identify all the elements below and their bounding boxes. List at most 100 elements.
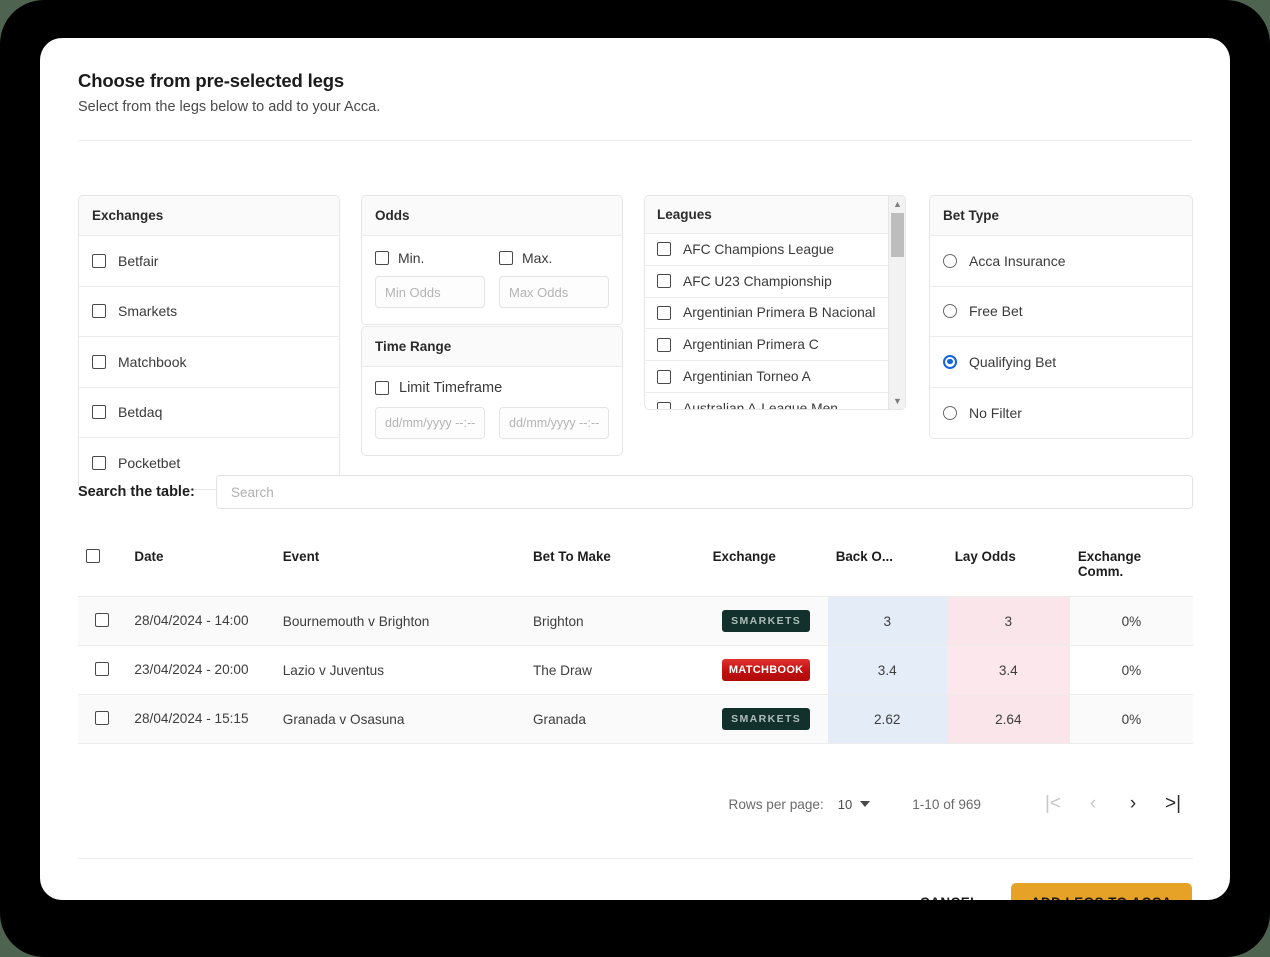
- min-odds-input[interactable]: Min Odds: [375, 276, 485, 308]
- bet-type-option-acca-insurance[interactable]: Acca Insurance: [930, 236, 1192, 287]
- league-option-argentinian-torneo-a[interactable]: Argentinian Torneo A: [645, 361, 890, 393]
- min-odds-toggle[interactable]: Min.: [375, 250, 485, 266]
- search-row: Search the table:: [78, 475, 1193, 509]
- time-range-from-input[interactable]: dd/mm/yyyy --:--: [375, 407, 485, 439]
- bet-type-option-label: Qualifying Bet: [969, 354, 1056, 370]
- filters-row: Exchanges Betfair Smarkets Matchbook Bet…: [78, 163, 1193, 468]
- checkbox-icon[interactable]: [657, 306, 671, 320]
- cell-exchange: MATCHBOOK: [705, 646, 828, 695]
- league-option-argentinian-primera-b-nacional[interactable]: Argentinian Primera B Nacional: [645, 298, 890, 330]
- add-legs-to-acca-button[interactable]: ADD LEGS TO ACCA: [1011, 883, 1192, 900]
- search-input[interactable]: [229, 484, 1180, 501]
- pagination-range-label: 1-10 of 969: [912, 797, 981, 812]
- row-select-cell[interactable]: [78, 597, 126, 646]
- exchange-option-label: Pocketbet: [118, 455, 180, 471]
- search-input-wrapper[interactable]: [216, 475, 1193, 509]
- leagues-scrollbar-thumb[interactable]: [891, 213, 904, 257]
- checkbox-icon[interactable]: [92, 405, 106, 419]
- search-label: Search the table:: [78, 484, 216, 500]
- odds-panel: Odds Min. Min Odds Max. Max Odds: [361, 195, 623, 325]
- scroll-up-arrow-icon[interactable]: ▲: [889, 196, 906, 212]
- table-row[interactable]: 23/04/2024 - 20:00 Lazio v Juventus The …: [78, 646, 1193, 695]
- checkbox-icon[interactable]: [657, 370, 671, 384]
- exchange-option-matchbook[interactable]: Matchbook: [79, 337, 339, 388]
- scroll-down-arrow-icon[interactable]: ▼: [889, 393, 906, 409]
- league-option-argentinian-primera-c[interactable]: Argentinian Primera C: [645, 329, 890, 361]
- checkbox-icon[interactable]: [92, 355, 106, 369]
- cell-bet-to-make: Granada: [525, 695, 705, 744]
- max-odds-input[interactable]: Max Odds: [499, 276, 609, 308]
- bet-type-option-label: Acca Insurance: [969, 253, 1066, 269]
- column-header-date[interactable]: Date: [126, 535, 274, 597]
- max-odds-toggle[interactable]: Max.: [499, 250, 609, 266]
- checkbox-icon[interactable]: [657, 242, 671, 256]
- column-header-exchange-comm[interactable]: Exchange Comm.: [1070, 535, 1193, 597]
- select-all-header[interactable]: [78, 535, 126, 597]
- bet-type-option-label: Free Bet: [969, 303, 1023, 319]
- checkbox-icon[interactable]: [92, 304, 106, 318]
- legs-table-container: Date Event Bet To Make Exchange Back O..…: [78, 535, 1193, 744]
- row-select-cell[interactable]: [78, 695, 126, 744]
- column-header-event[interactable]: Event: [275, 535, 525, 597]
- bet-type-panel-title: Bet Type: [930, 196, 1192, 236]
- column-header-bet-to-make[interactable]: Bet To Make: [525, 535, 705, 597]
- time-range-panel: Time Range Limit Timeframe dd/mm/yyyy --…: [361, 326, 623, 456]
- table-header-row: Date Event Bet To Make Exchange Back O..…: [78, 535, 1193, 597]
- radio-icon[interactable]: [943, 406, 957, 420]
- leagues-panel-title: Leagues: [645, 196, 890, 234]
- checkbox-icon[interactable]: [499, 251, 513, 265]
- header-divider: [78, 140, 1192, 141]
- cell-date: 28/04/2024 - 15:15: [126, 695, 274, 744]
- first-page-button[interactable]: |<: [1033, 793, 1073, 815]
- bet-type-option-no-filter[interactable]: No Filter: [930, 388, 1192, 439]
- checkbox-icon[interactable]: [657, 274, 671, 288]
- rows-per-page-select[interactable]: 10: [838, 797, 870, 812]
- checkbox-icon[interactable]: [657, 338, 671, 352]
- row-checkbox-icon[interactable]: [95, 613, 109, 627]
- cancel-button[interactable]: CANCEL: [906, 885, 993, 900]
- exchange-option-betdaq[interactable]: Betdaq: [79, 388, 339, 439]
- row-select-cell[interactable]: [78, 646, 126, 695]
- checkbox-icon[interactable]: [92, 254, 106, 268]
- cell-exchange-comm: 0%: [1070, 695, 1193, 744]
- bet-type-option-qualifying-bet[interactable]: Qualifying Bet: [930, 337, 1192, 388]
- column-header-lay-odds[interactable]: Lay Odds: [947, 535, 1070, 597]
- time-range-to-input[interactable]: dd/mm/yyyy --:--: [499, 407, 609, 439]
- limit-timeframe-toggle[interactable]: Limit Timeframe: [375, 380, 609, 396]
- league-option-australian-a-league-men[interactable]: Australian A-League Men: [645, 393, 890, 410]
- checkbox-icon[interactable]: [375, 251, 389, 265]
- next-page-button[interactable]: ›: [1113, 793, 1153, 815]
- time-range-panel-title: Time Range: [362, 327, 622, 367]
- league-option-afc-u23-championship[interactable]: AFC U23 Championship: [645, 266, 890, 298]
- row-checkbox-icon[interactable]: [95, 662, 109, 676]
- select-all-checkbox-icon[interactable]: [86, 549, 100, 563]
- max-odds-label: Max.: [522, 250, 552, 266]
- league-option-label: Argentinian Torneo A: [683, 369, 811, 384]
- table-row[interactable]: 28/04/2024 - 14:00 Bournemouth v Brighto…: [78, 597, 1193, 646]
- dialog-footer: CANCEL ADD LEGS TO ACCA: [906, 883, 1192, 900]
- exchange-option-betfair[interactable]: Betfair: [79, 236, 339, 287]
- column-header-exchange[interactable]: Exchange: [705, 535, 828, 597]
- exchange-option-smarkets[interactable]: Smarkets: [79, 287, 339, 338]
- bet-type-option-free-bet[interactable]: Free Bet: [930, 287, 1192, 338]
- checkbox-icon[interactable]: [375, 381, 389, 395]
- cell-event: Granada v Osasuna: [275, 695, 525, 744]
- exchange-option-label: Smarkets: [118, 303, 177, 319]
- checkbox-icon[interactable]: [92, 456, 106, 470]
- checkbox-icon[interactable]: [657, 402, 671, 410]
- exchange-option-label: Matchbook: [118, 354, 186, 370]
- cell-lay-odds: 3.4: [947, 646, 1070, 695]
- column-header-back-odds[interactable]: Back O...: [828, 535, 947, 597]
- leagues-scrollbar[interactable]: ▲ ▼: [888, 196, 905, 409]
- table-row[interactable]: 28/04/2024 - 15:15 Granada v Osasuna Gra…: [78, 695, 1193, 744]
- rows-per-page-label: Rows per page:: [729, 797, 824, 812]
- row-checkbox-icon[interactable]: [95, 711, 109, 725]
- radio-icon-selected[interactable]: [943, 355, 957, 369]
- last-page-button[interactable]: >|: [1153, 793, 1193, 815]
- league-option-afc-champions-league[interactable]: AFC Champions League: [645, 234, 890, 266]
- cell-bet-to-make: Brighton: [525, 597, 705, 646]
- cell-date: 23/04/2024 - 20:00: [126, 646, 274, 695]
- radio-icon[interactable]: [943, 254, 957, 268]
- radio-icon[interactable]: [943, 304, 957, 318]
- previous-page-button[interactable]: ‹: [1073, 793, 1113, 815]
